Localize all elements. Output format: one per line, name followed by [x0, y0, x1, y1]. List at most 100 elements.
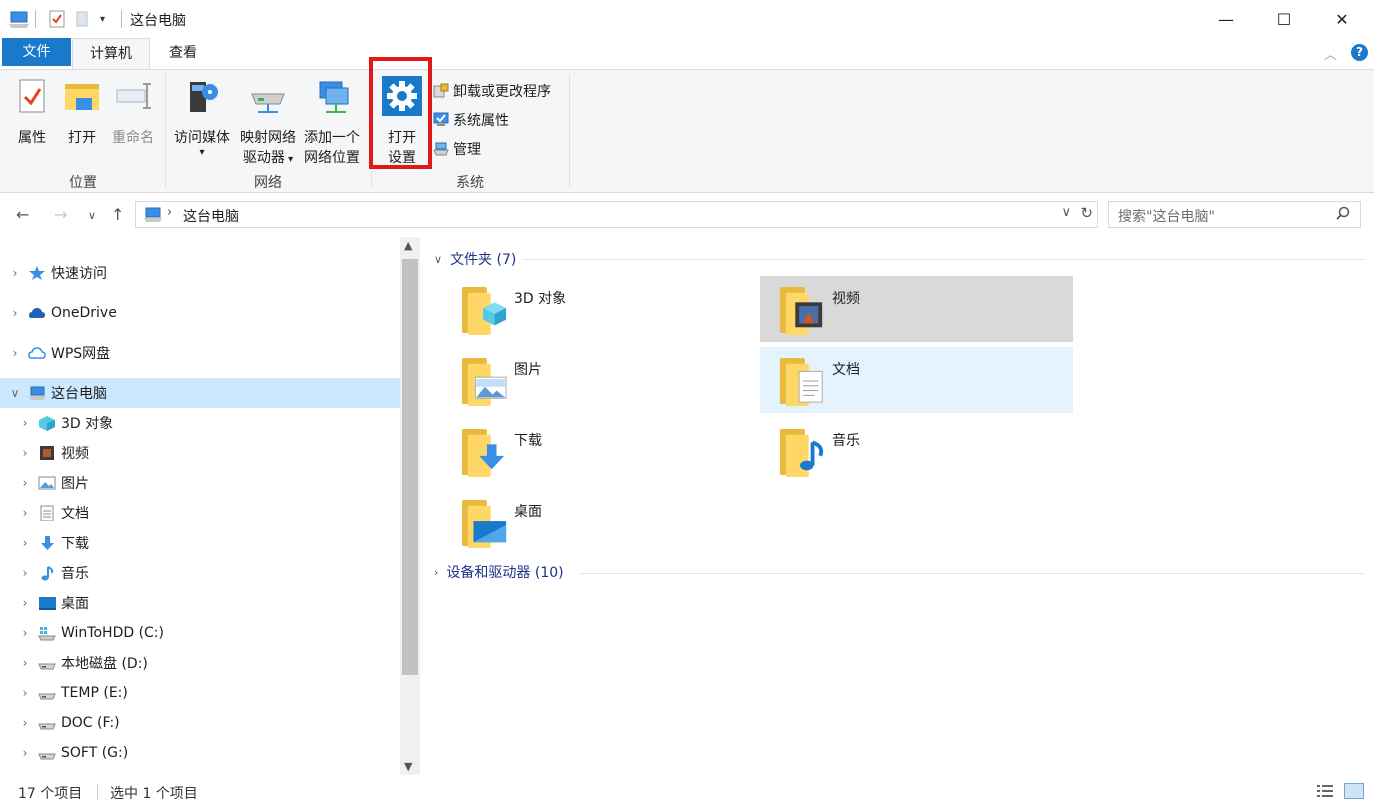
devices-section-header[interactable]: › 设备和驱动器 (10) — [434, 561, 564, 583]
expanded-chevron-icon[interactable]: ∨ — [8, 386, 22, 400]
collapsed-chevron-icon[interactable]: › — [18, 476, 32, 490]
selection-count: 选中 1 个项目 — [110, 786, 198, 802]
drive-icon — [38, 655, 56, 671]
customize-quick-access-chevron-icon[interactable]: ▾ — [100, 9, 105, 29]
nav-scrollbar[interactable]: ▲ ▼ — [400, 237, 420, 775]
collapsed-chevron-icon[interactable]: › — [18, 596, 32, 610]
access-media-button[interactable]: 访问媒体 ▾ — [170, 76, 234, 158]
rename-button[interactable]: 重命名 — [108, 76, 158, 148]
nav-item[interactable]: › DOC (F:) — [0, 708, 400, 738]
up-arrow-icon[interactable]: ↑ — [111, 205, 124, 224]
manage-button[interactable]: 管理 — [432, 137, 481, 161]
nav-item[interactable]: ∨ 这台电脑 — [0, 378, 400, 408]
downloads-folder-icon — [460, 426, 508, 478]
collapse-ribbon-chevron-icon[interactable]: ︿ — [1324, 44, 1337, 63]
videos-icon — [38, 445, 56, 461]
help-icon[interactable]: ? — [1351, 44, 1368, 61]
folder-tile[interactable]: 音乐 — [760, 418, 1073, 484]
uninstall-label: 卸载或更改程序 — [453, 84, 551, 100]
navigation-bar: ← → ∨ ↑ › 这台电脑 ∨ ↻ 搜索"这台电脑" — [0, 193, 1374, 237]
details-view-icon[interactable] — [1316, 784, 1334, 798]
group-separator — [165, 74, 166, 188]
section-divider — [580, 573, 1364, 574]
folder-tile[interactable]: 视频 — [760, 276, 1073, 342]
folder-name: 视频 — [832, 291, 860, 307]
address-bar[interactable]: › 这台电脑 ∨ ↻ — [135, 201, 1098, 228]
collapsed-chevron-icon[interactable]: › — [18, 536, 32, 550]
nav-item[interactable]: › 3D 对象 — [0, 408, 400, 438]
nav-item[interactable]: › 图片 — [0, 468, 400, 498]
search-input[interactable]: 搜索"这台电脑" — [1108, 201, 1361, 228]
group-separator — [569, 74, 570, 188]
collapsed-chevron-icon[interactable]: › — [18, 686, 32, 700]
highlight-annotation-box — [369, 57, 432, 169]
forward-arrow-icon[interactable]: → — [54, 205, 67, 224]
content-pane: ∨ 文件夹 (7) 3D 对象 视频图片 文档 下载 音乐 桌面 › 设备和驱动器 (10… — [420, 237, 1374, 775]
folder-tile[interactable]: 下载 — [442, 418, 755, 484]
nav-item[interactable]: › WPS网盘 — [0, 338, 400, 368]
nav-item[interactable]: › 本地磁盘 (D:) — [0, 648, 400, 678]
address-dropdown-chevron-icon[interactable]: ∨ — [1061, 205, 1071, 220]
pictures-icon — [38, 475, 56, 491]
back-arrow-icon[interactable]: ← — [16, 205, 29, 224]
scroll-down-icon[interactable]: ▼ — [404, 760, 412, 773]
nav-item[interactable]: › SOFT (G:) — [0, 738, 400, 768]
close-button[interactable]: ✕ — [1313, 0, 1371, 38]
collapsed-chevron-icon[interactable]: › — [18, 746, 32, 760]
recent-locations-chevron-icon[interactable]: ∨ — [88, 209, 96, 222]
collapsed-chevron-icon[interactable]: › — [18, 656, 32, 670]
collapsed-chevron-icon[interactable]: › — [8, 346, 22, 360]
collapsed-chevron-icon[interactable]: › — [18, 566, 32, 580]
documents-icon — [38, 505, 56, 522]
collapsed-chevron-icon[interactable]: › — [18, 416, 32, 430]
nav-item[interactable]: › 文档 — [0, 498, 400, 528]
properties-quick-icon[interactable] — [48, 9, 66, 29]
group-label-system: 系统 — [456, 175, 484, 191]
open-button[interactable]: 打开 — [62, 76, 102, 148]
nav-item[interactable]: › 音乐 — [0, 558, 400, 588]
tab-computer[interactable]: 计算机 — [72, 38, 150, 70]
minimize-button[interactable]: — — [1197, 0, 1255, 38]
folder-tile[interactable]: 文档 — [760, 347, 1073, 413]
maximize-button[interactable]: ☐ — [1255, 0, 1313, 38]
nav-item[interactable]: › TEMP (E:) — [0, 678, 400, 708]
nav-item[interactable]: › 视频 — [0, 438, 400, 468]
nav-item[interactable]: › 快速访问 — [0, 258, 400, 288]
refresh-icon[interactable]: ↻ — [1080, 204, 1093, 222]
properties-button[interactable]: 属性 — [10, 76, 54, 148]
pictures-folder-icon — [460, 355, 508, 407]
collapsed-chevron-icon[interactable]: › — [18, 716, 32, 730]
system-properties-button[interactable]: 系统属性 — [432, 108, 509, 132]
new-folder-quick-icon[interactable] — [74, 9, 90, 29]
breadcrumb-this-pc[interactable]: 这台电脑 — [183, 206, 239, 226]
collapsed-chevron-icon[interactable]: › — [8, 266, 22, 280]
this-pc-icon[interactable] — [8, 9, 30, 29]
manage-icon — [433, 142, 449, 156]
large-icons-view-icon[interactable] — [1344, 783, 1364, 799]
collapsed-chevron-icon[interactable]: › — [18, 446, 32, 460]
nav-item[interactable]: › 桌面 — [0, 588, 400, 618]
tab-file[interactable]: 文件 — [2, 38, 71, 66]
access-media-label: 访问媒体 — [174, 130, 230, 146]
folder-tile[interactable]: 3D 对象 — [442, 276, 755, 342]
scrollbar-thumb[interactable] — [402, 259, 418, 675]
nav-item[interactable]: › WinToHDD (C:) — [0, 618, 400, 648]
search-icon[interactable] — [1336, 206, 1350, 220]
nav-item-label: 快速访问 — [51, 266, 107, 282]
nav-item-label: 文档 — [61, 506, 89, 522]
collapsed-chevron-icon[interactable]: › — [18, 506, 32, 520]
folder-tile[interactable]: 图片 — [442, 347, 755, 413]
nav-item[interactable]: › 下载 — [0, 528, 400, 558]
folders-section-header[interactable]: ∨ 文件夹 (7) — [434, 248, 516, 270]
add-network-location-button[interactable]: 添加一个 网络位置 — [300, 76, 364, 168]
collapsed-chevron-icon[interactable]: › — [8, 306, 22, 320]
tab-view[interactable]: 查看 — [150, 38, 216, 69]
uninstall-programs-button[interactable]: 卸载或更改程序 — [432, 79, 551, 103]
nav-item-label: 图片 — [61, 476, 89, 492]
folder-tile[interactable]: 桌面 — [442, 489, 755, 555]
breadcrumb-chevron-icon[interactable]: › — [167, 205, 172, 220]
collapsed-chevron-icon[interactable]: › — [18, 626, 32, 640]
map-network-drive-button[interactable]: 映射网络 驱动器 ▾ — [236, 76, 300, 170]
nav-item[interactable]: › OneDrive — [0, 298, 400, 328]
scroll-up-icon[interactable]: ▲ — [404, 239, 412, 252]
